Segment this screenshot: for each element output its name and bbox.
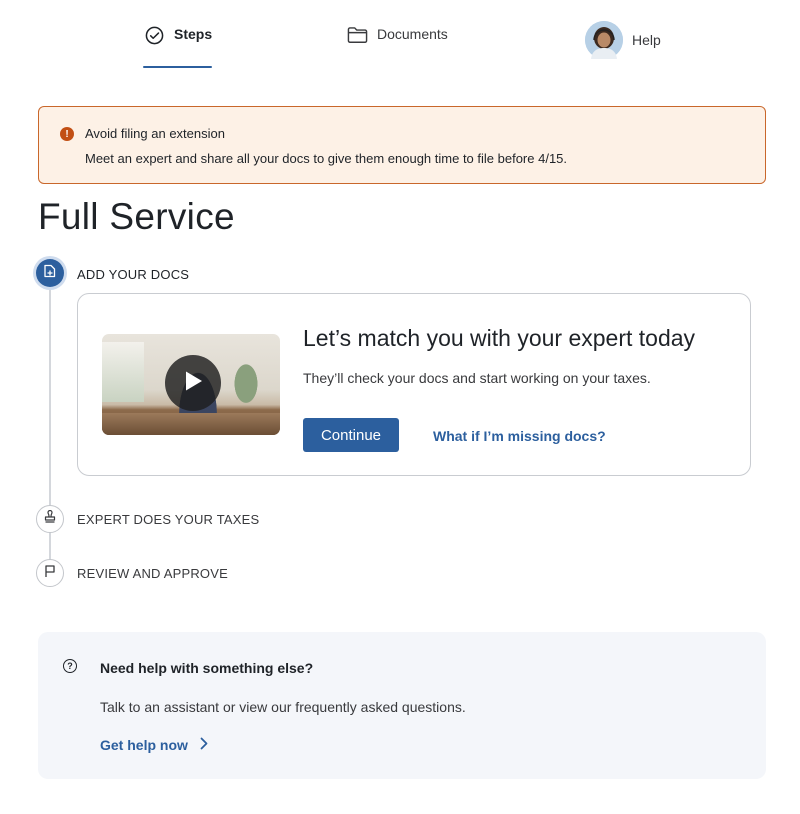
alert-body: Meet an expert and share all your docs t… [85, 151, 568, 166]
alert-title: Avoid filing an extension [85, 126, 225, 141]
warning-icon: ! [60, 127, 74, 141]
avatar [585, 21, 623, 59]
help-panel: ? Need help with something else? Talk to… [38, 632, 766, 779]
stamp-icon [43, 509, 57, 529]
tab-documents-label: Documents [377, 26, 448, 42]
card-body: They’ll check your docs and start workin… [303, 370, 651, 386]
folder-icon [346, 24, 368, 46]
step-2-label: EXPERT DOES YOUR TAXES [77, 512, 260, 527]
get-help-now-link[interactable]: Get help now [100, 737, 208, 753]
extension-alert: ! Avoid filing an extension Meet an expe… [38, 106, 766, 184]
flag-icon [43, 564, 57, 583]
thumb-desk [102, 413, 280, 435]
step-3-marker [36, 559, 64, 587]
help-body: Talk to an assistant or view our frequen… [100, 699, 466, 715]
question-icon: ? [63, 659, 77, 673]
get-help-now-label: Get help now [100, 737, 188, 753]
play-button[interactable] [165, 355, 221, 411]
upload-doc-icon [43, 264, 57, 283]
top-nav: Steps Documents Help [0, 0, 800, 80]
play-icon [183, 370, 203, 397]
tab-steps[interactable]: Steps [143, 24, 213, 68]
page-title: Full Service [38, 196, 235, 237]
tab-help-label: Help [632, 32, 661, 48]
thumb-window [102, 342, 144, 402]
tab-help[interactable]: Help [585, 19, 661, 61]
step-1-marker [36, 259, 64, 287]
thumb-plant [226, 350, 266, 406]
tab-steps-label: Steps [174, 26, 213, 42]
card-title: Let’s match you with your expert today [303, 325, 696, 351]
check-circle-icon [143, 24, 165, 46]
missing-docs-link[interactable]: What if I’m missing docs? [433, 428, 606, 444]
step-3-label: REVIEW AND APPROVE [77, 566, 228, 581]
tab-documents[interactable]: Documents [346, 26, 448, 68]
continue-button[interactable]: Continue [303, 418, 399, 452]
video-thumbnail[interactable] [102, 334, 280, 435]
expert-match-card: Let’s match you with your expert today T… [77, 293, 751, 476]
step-2-marker [36, 505, 64, 533]
chevron-right-icon [200, 737, 208, 753]
step-1-label: ADD YOUR DOCS [77, 267, 190, 282]
help-title: Need help with something else? [100, 660, 314, 676]
